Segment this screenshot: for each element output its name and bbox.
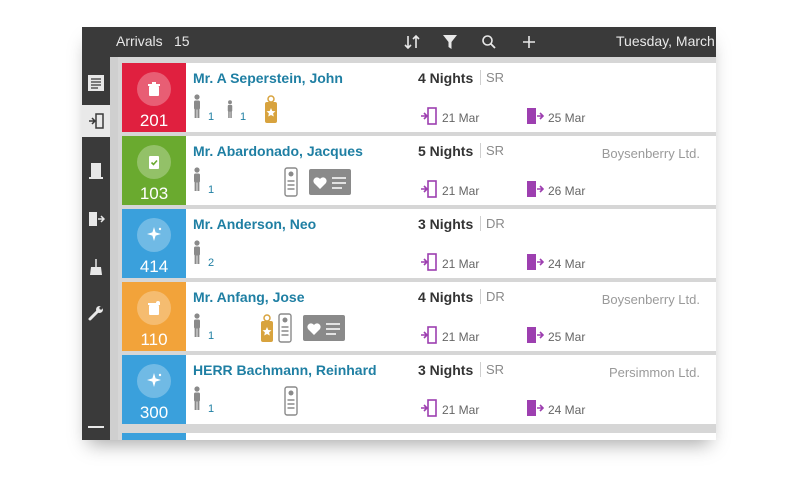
sidebar bbox=[82, 57, 110, 440]
room-number: 414 bbox=[139, 257, 169, 276]
clipboard-check-icon bbox=[137, 145, 171, 179]
search-icon[interactable] bbox=[479, 32, 499, 52]
adult-icon bbox=[192, 240, 202, 269]
room-status-block: 201 bbox=[122, 63, 186, 132]
adult-icon bbox=[192, 167, 202, 196]
guest-name[interactable]: Mr. Anderson, Neo bbox=[193, 216, 316, 232]
room-type: SR bbox=[480, 143, 504, 158]
nights-count: 4 Nights bbox=[418, 70, 474, 86]
loyalty-card-icon bbox=[302, 313, 346, 348]
nights-count: 3 Nights bbox=[418, 216, 474, 232]
adult-icon bbox=[192, 313, 202, 342]
adult-count: 1 bbox=[208, 184, 215, 196]
room-number: 300 bbox=[139, 403, 169, 422]
room-type: SR bbox=[480, 70, 504, 85]
room-status-block: 110 bbox=[122, 282, 186, 351]
adult-icon bbox=[192, 386, 202, 415]
reservation-list: 201 Mr. A Seperstein, John 4 Nights SR 1 1 21 … bbox=[122, 63, 716, 440]
id-card-icon bbox=[278, 313, 292, 348]
guest-name[interactable]: HERR Bachmann, Reinhard bbox=[193, 362, 377, 378]
sort-icon[interactable] bbox=[402, 32, 422, 52]
adult-icon bbox=[192, 94, 202, 123]
filter-icon[interactable] bbox=[440, 32, 460, 52]
departure-icon bbox=[526, 399, 545, 422]
loyalty-card-icon bbox=[308, 167, 352, 202]
arrivals-count: 15 bbox=[174, 33, 190, 49]
room-status-block: 103 bbox=[122, 136, 186, 205]
reservation-card[interactable]: 300 HERR Bachmann, Reinhard 3 Nights SR Pers… bbox=[122, 355, 716, 424]
guest-name[interactable]: Mr. Anfang, Jose bbox=[193, 289, 305, 305]
nights-count: 3 Nights bbox=[418, 362, 474, 378]
company-name: Boysenberry Ltd. bbox=[601, 146, 700, 161]
arrival-icon bbox=[420, 399, 438, 422]
departures-icon[interactable] bbox=[82, 203, 110, 235]
trash-icon bbox=[137, 72, 171, 106]
adult-count: 1 bbox=[208, 111, 215, 123]
arrival-icon bbox=[420, 326, 438, 349]
room-type: DR bbox=[480, 289, 505, 304]
page-title: Arrivals bbox=[116, 33, 163, 49]
current-date: Tuesday, March bbox=[616, 33, 715, 49]
id-card-icon bbox=[284, 167, 298, 202]
departure-icon bbox=[526, 253, 545, 276]
app-window: Arrivals 15 Tuesday, March 201 Mr. A Sep… bbox=[82, 27, 716, 440]
nights-count: 5 Nights bbox=[418, 143, 474, 159]
arrival-icon bbox=[420, 107, 438, 130]
sparkle-icon bbox=[137, 218, 171, 252]
list-icon[interactable] bbox=[82, 67, 110, 99]
room-status-block bbox=[122, 433, 186, 440]
nights-count: 4 Nights bbox=[418, 289, 474, 305]
in-house-icon[interactable] bbox=[82, 155, 110, 187]
room-number: 201 bbox=[139, 111, 169, 130]
arrival-icon bbox=[420, 253, 438, 276]
room-type: SR bbox=[480, 362, 504, 377]
dirty-trash-icon bbox=[137, 291, 171, 325]
reservation-card[interactable]: 201 Mr. A Seperstein, John 4 Nights SR 1 1 21 … bbox=[122, 63, 716, 132]
id-card-icon bbox=[284, 386, 298, 421]
sparkle-icon bbox=[137, 364, 171, 398]
top-bar: Arrivals 15 Tuesday, March bbox=[82, 27, 716, 57]
company-name: Boysenberry Ltd. bbox=[601, 292, 700, 307]
reservation-card[interactable]: 414 Mr. Anderson, Neo 3 Nights DR 2 21 Mar 24 … bbox=[122, 209, 716, 278]
departure-icon bbox=[526, 180, 545, 203]
guest-name[interactable]: Mr. Abardonado, Jacques bbox=[193, 143, 363, 159]
vip-tag-icon bbox=[260, 313, 274, 348]
reservation-card[interactable]: 103 Mr. Abardonado, Jacques 5 Nights SR Boys… bbox=[122, 136, 716, 205]
adult-count: 2 bbox=[208, 257, 215, 269]
vip-tag-icon bbox=[264, 94, 278, 129]
company-name: Persimmon Ltd. bbox=[608, 365, 700, 380]
child-count: 1 bbox=[240, 111, 247, 123]
room-status-block: 414 bbox=[122, 209, 186, 278]
departure-icon bbox=[526, 107, 545, 130]
room-type: DR bbox=[480, 216, 505, 231]
reservation-card-partial[interactable] bbox=[122, 433, 716, 440]
child-icon bbox=[226, 100, 234, 123]
reservation-card[interactable]: 110 Mr. Anfang, Jose 4 Nights DR Boysenberry… bbox=[122, 282, 716, 351]
sidebar-divider bbox=[110, 57, 118, 440]
maintenance-icon[interactable] bbox=[82, 297, 110, 329]
adult-count: 1 bbox=[208, 403, 215, 415]
room-number: 103 bbox=[139, 184, 169, 203]
departure-icon bbox=[526, 326, 545, 349]
room-number: 110 bbox=[140, 330, 168, 349]
menu-icon[interactable] bbox=[82, 417, 110, 437]
adult-count: 1 bbox=[208, 330, 215, 342]
room-status-block: 300 bbox=[122, 355, 186, 424]
guest-name[interactable]: Mr. A Seperstein, John bbox=[193, 70, 343, 86]
add-icon[interactable] bbox=[519, 32, 539, 52]
arrivals-icon[interactable] bbox=[82, 105, 110, 137]
arrival-icon bbox=[420, 180, 438, 203]
housekeeping-icon[interactable] bbox=[82, 251, 110, 283]
